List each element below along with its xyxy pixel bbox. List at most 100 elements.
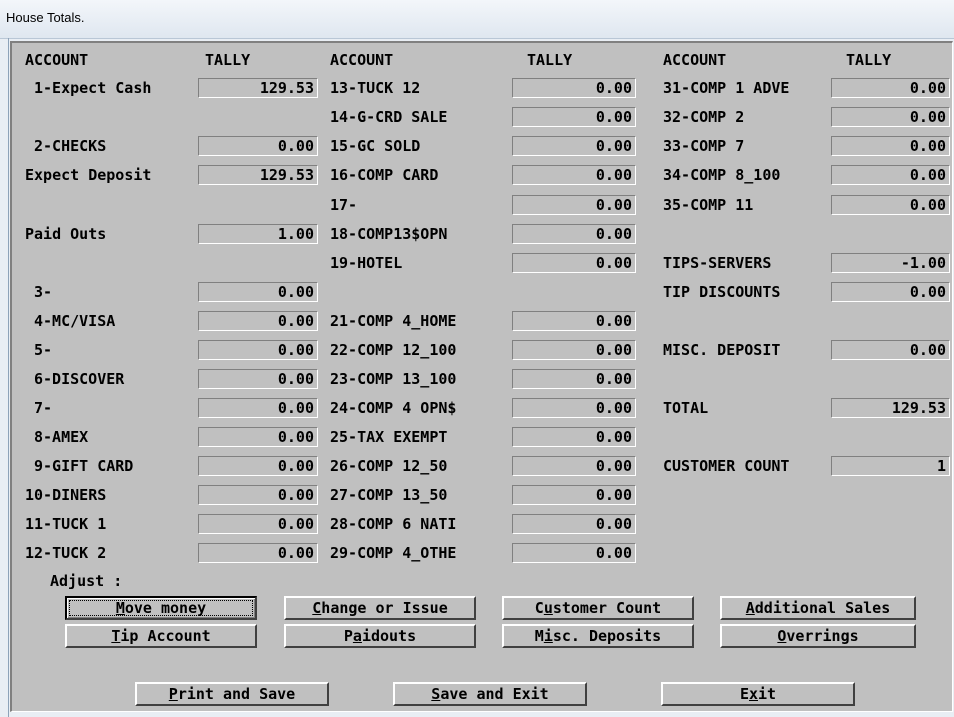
tally-field: 0.00 [512, 485, 636, 505]
overrings-button[interactable]: Overrings [720, 624, 916, 648]
button-label: hange or Issue [321, 598, 448, 617]
change-or-issue-button[interactable]: Change or Issue [284, 596, 476, 620]
button-label: stomer Count [552, 598, 662, 617]
account-label: CUSTOMER COUNT [663, 457, 790, 475]
account-label: 8-AMEX [34, 428, 89, 446]
account-label: 16-COMP CARD [330, 166, 439, 184]
account-label: 23-COMP 13_100 [330, 370, 457, 388]
account-label: 28-COMP 6 NATI [330, 515, 457, 533]
misc-deposits-button[interactable]: Misc. Deposits [502, 624, 694, 648]
tally-field: 0.00 [198, 543, 318, 563]
account-label: 18-COMP13$OPN [330, 225, 448, 243]
account-label: 6-DISCOVER [34, 370, 125, 388]
account-label: MISC. DEPOSIT [663, 341, 781, 359]
tally-field: 0.00 [512, 78, 636, 98]
tally-field: 0.00 [831, 136, 950, 156]
button-hotkey: A [745, 598, 755, 617]
account-label: 13-TUCK 12 [330, 79, 421, 97]
button-label: idouts [361, 626, 417, 645]
account-label: 33-COMP 7 [663, 137, 745, 155]
col2-account-header: ACCOUNT [330, 51, 394, 69]
tally-field: 0.00 [831, 107, 950, 127]
tally-field: 0.00 [512, 136, 636, 156]
tally-field: 129.53 [198, 165, 318, 185]
tip-account-button[interactable]: Tip Account [65, 624, 257, 648]
tally-field: 0.00 [512, 224, 636, 244]
tally-field: 0.00 [831, 165, 950, 185]
account-label: 32-COMP 2 [663, 108, 745, 126]
button-label: P [343, 626, 353, 645]
tally-field: 0.00 [512, 456, 636, 476]
account-label: TOTAL [663, 399, 709, 417]
account-label: 31-COMP 1 ADVE [663, 79, 790, 97]
account-label: 35-COMP 11 [663, 196, 754, 214]
print-and-save-button[interactable]: Print and Save [135, 682, 329, 706]
account-label: 10-DINERS [25, 486, 107, 504]
tally-field: 0.00 [512, 514, 636, 534]
tally-field: 1.00 [198, 224, 318, 244]
account-label: TIP DISCOUNTS [663, 283, 781, 301]
tally-field: 0.00 [831, 195, 950, 215]
additional-sales-button[interactable]: Additional Sales [720, 596, 916, 620]
button-hotkey: u [543, 598, 553, 617]
button-hotkey: a [352, 626, 362, 645]
tally-field: 0.00 [198, 369, 318, 389]
button-hotkey: M [115, 598, 125, 617]
button-label: ave and Exit [440, 684, 549, 703]
account-label: Paid Outs [25, 225, 107, 243]
tally-field: 0.00 [512, 543, 636, 563]
tally-field: 0.00 [198, 456, 318, 476]
account-label: 19-HOTEL [330, 254, 403, 272]
account-label: 24-COMP 4 OPN$ [330, 399, 457, 417]
tally-field: 0.00 [198, 514, 318, 534]
save-and-exit-button[interactable]: Save and Exit [393, 682, 587, 706]
tally-field: 129.53 [831, 398, 950, 418]
tally-field: 0.00 [512, 195, 636, 215]
account-label: 5- [34, 341, 53, 359]
account-label: TIPS-SERVERS [663, 254, 772, 272]
button-hotkey: P [168, 684, 178, 703]
account-label: 22-COMP 12_100 [330, 341, 457, 359]
tally-field: 0.00 [198, 485, 318, 505]
account-label: 2-CHECKS [34, 137, 107, 155]
tally-field: 0.00 [512, 165, 636, 185]
tally-field: 0.00 [512, 311, 636, 331]
title-bar: House Totals. [0, 0, 954, 39]
account-label: 15-GC SOLD [330, 137, 421, 155]
tally-field: 0.00 [198, 427, 318, 447]
exit-button[interactable]: Exit [661, 682, 855, 706]
tally-field: 129.53 [198, 78, 318, 98]
col3-account-header: ACCOUNT [663, 51, 727, 69]
button-label: sc. Deposits [552, 626, 662, 645]
tally-field: 0.00 [512, 107, 636, 127]
button-hotkey: x [748, 684, 758, 703]
tally-field: 0.00 [512, 253, 636, 273]
account-label: 11-TUCK 1 [25, 515, 107, 533]
move-money-button[interactable]: Move money [65, 596, 257, 620]
button-hotkey: S [431, 684, 441, 703]
tally-field: 0.00 [512, 369, 636, 389]
col1-account-header: ACCOUNT [25, 51, 89, 69]
button-hotkey: T [111, 626, 121, 645]
button-label: E [739, 684, 749, 703]
account-label: 25-TAX EXEMPT [330, 428, 448, 446]
tally-field: 0.00 [198, 136, 318, 156]
tally-field: 0.00 [512, 427, 636, 447]
account-label: 17- [330, 196, 358, 214]
tally-field: 0.00 [831, 282, 950, 302]
account-label: 4-MC/VISA [34, 312, 116, 330]
customer-count-button[interactable]: Customer Count [502, 596, 694, 620]
paidouts-button[interactable]: Paidouts [284, 624, 476, 648]
button-label: M [534, 626, 544, 645]
account-label: 14-G-CRD SALE [330, 108, 448, 126]
tally-field: 0.00 [831, 340, 950, 360]
tally-field: 0.00 [831, 78, 950, 98]
account-label: 1-Expect Cash [34, 79, 152, 97]
tally-field: 1 [831, 456, 950, 476]
account-label: 26-COMP 12_50 [330, 457, 448, 475]
button-label: rint and Save [177, 684, 296, 703]
button-label: dditional Sales [754, 598, 891, 617]
tally-field: 0.00 [512, 340, 636, 360]
account-label: 34-COMP 8_100 [663, 166, 781, 184]
window-title: House Totals. [6, 10, 85, 25]
